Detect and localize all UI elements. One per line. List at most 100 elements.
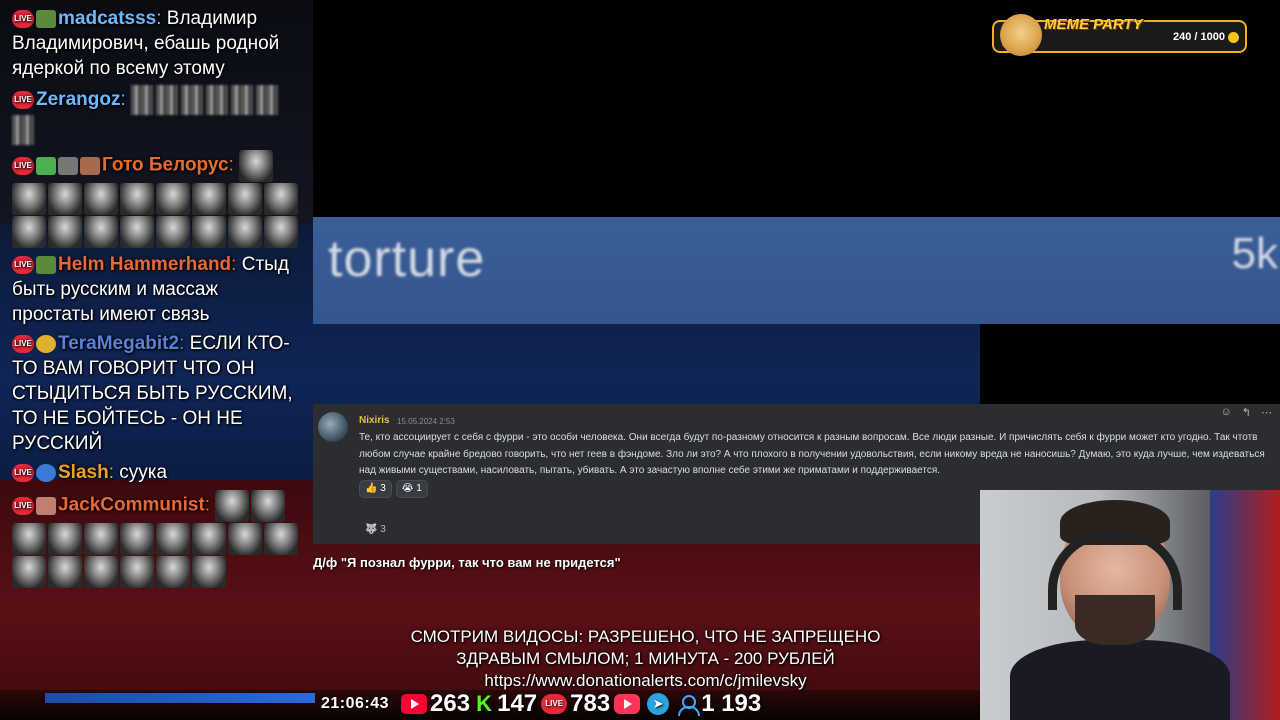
webcam-feed	[980, 490, 1280, 720]
donation-line-1: СМОТРИМ ВИДОСЫ: РАЗРЕШЕНО, ЧТО НЕ ЗАПРЕЩ…	[410, 627, 881, 646]
emote-icon	[120, 183, 154, 215]
emote-icon	[48, 216, 82, 248]
clock: 21:06:43	[321, 695, 390, 712]
video-caption: Д/ф "Я познал фурри, так что вам не прид…	[313, 555, 621, 570]
coin-icon	[1228, 32, 1239, 43]
subscriber-badge-icon	[36, 255, 56, 274]
emote-icon	[156, 216, 190, 248]
emote-icon	[120, 523, 154, 555]
stream-overlay: LIVE madcatsss: Владимир Владимирович, еб…	[0, 0, 1280, 720]
crying-face-icon: 😭	[401, 483, 414, 494]
emote-icon	[84, 556, 118, 588]
live-badge-icon: LIVE	[12, 496, 34, 515]
reply-icon[interactable]: ↰	[1242, 406, 1251, 419]
meme-party-title: MEME PARTY	[1044, 16, 1143, 33]
thread-count: 3	[380, 524, 386, 535]
emote-icon	[192, 183, 226, 215]
banner-word: torture	[328, 230, 486, 288]
emote-icon	[228, 183, 262, 215]
sword-badge-icon	[36, 156, 56, 175]
kick-count: 147	[497, 690, 538, 717]
emote-icon	[12, 556, 46, 588]
live-badge-icon: LIVE	[12, 156, 34, 175]
live-count: 783	[570, 690, 611, 717]
blurred-emote-icon	[131, 85, 154, 115]
meme-party-progress: 240 / 1000	[1173, 31, 1225, 43]
emote-icon	[156, 556, 190, 588]
sunglasses-badge-icon	[36, 334, 56, 353]
viewer-count: 1 193	[701, 690, 762, 717]
blurred-emote-icon	[12, 115, 34, 145]
live-badge-icon: LIVE	[12, 255, 34, 274]
emote-icon	[228, 216, 262, 248]
kick-icon: K	[476, 691, 493, 716]
stream-stats: 21:06:43 263 K 147 LIVE 783 ➤ 1 193	[313, 689, 761, 719]
emote-icon	[239, 150, 274, 182]
chat-message: LIVE TeraMegabit2: ЕСЛИ КТО-ТО ВАМ ГОВОРИ…	[12, 333, 293, 454]
emote-icon	[12, 216, 46, 248]
chat-username[interactable]: Helm Hammerhand	[58, 254, 231, 275]
avatar[interactable]	[318, 412, 348, 442]
emote-icon	[48, 523, 82, 555]
live-badge-icon: LIVE	[12, 91, 34, 109]
blurred-emote-icon	[231, 85, 254, 115]
chat-username[interactable]: Гото Белорус	[102, 155, 229, 176]
chat-username[interactable]: JackCommunist	[58, 495, 205, 516]
chat-message: LIVE Гото Белорус:	[12, 149, 305, 248]
emote-icon	[215, 490, 250, 522]
banner-value: 5k	[1231, 229, 1278, 278]
chat-message: LIVE JackCommunist:	[12, 489, 305, 588]
blurred-emote-icon	[181, 85, 204, 115]
chat-username[interactable]: TeraMegabit2	[58, 333, 179, 354]
globe-badge-icon	[36, 463, 56, 482]
message-timestamp: 15.05.2024 2:53	[397, 417, 455, 426]
emote-icon	[192, 216, 226, 248]
chat-message: LIVE madcatsss: Владимир Владимирович, еб…	[12, 8, 280, 79]
emote-icon	[84, 183, 118, 215]
subscriber-badge-icon	[36, 9, 56, 28]
check-badge-icon	[58, 156, 78, 175]
reaction-thumbs-up[interactable]: 👍 3	[359, 480, 392, 498]
emote-icon	[264, 216, 298, 248]
live-badge-icon: LIVE	[12, 463, 34, 482]
bottom-stripe	[45, 693, 315, 703]
chat-username[interactable]: madcatsss	[58, 8, 156, 29]
message-text: Те, кто ассоциирует с себя с фурри - это…	[359, 432, 1265, 476]
meme-party-widget: MEME PARTY 240 / 1000	[992, 14, 1247, 56]
reaction-count: 3	[380, 483, 386, 494]
emote-icon	[192, 556, 226, 588]
message-toolbar: ☺ ↰ ⋯	[1221, 406, 1272, 419]
blurred-emote-icon	[156, 85, 179, 115]
chat-message: LIVE Helm Hammerhand: Стыд быть русским и…	[12, 254, 289, 325]
emote-icon	[156, 523, 190, 555]
chat-panel: LIVE madcatsss: Владимир Владимирович, еб…	[0, 0, 313, 720]
thread-indicator[interactable]: 🐺 3	[365, 524, 386, 535]
chat-username[interactable]: Zerangoz	[36, 89, 120, 110]
emote-icon	[264, 183, 298, 215]
viewers-icon	[676, 694, 701, 716]
message-author[interactable]: Nixiris	[359, 415, 390, 426]
emote-icon	[48, 556, 82, 588]
youtube-count: 263	[430, 690, 471, 717]
emote-icon	[251, 490, 286, 522]
vk-video-icon	[614, 694, 641, 714]
emote-icon	[192, 523, 226, 555]
reaction-count: 1	[416, 483, 422, 494]
search-result-banner: torture 5k	[313, 217, 1280, 324]
chat-username[interactable]: Slash	[58, 462, 109, 483]
emote-icon	[84, 216, 118, 248]
emote-icon	[264, 523, 298, 555]
chat-text: суука	[119, 462, 168, 483]
more-icon[interactable]: ⋯	[1261, 406, 1272, 419]
emote-icon	[120, 556, 154, 588]
live-badge-icon: LIVE	[12, 334, 34, 353]
thumbs-up-icon: 👍	[365, 483, 378, 494]
add-reaction-icon[interactable]: ☺	[1221, 406, 1232, 419]
avatar-badge-icon	[80, 156, 100, 175]
donation-info: СМОТРИМ ВИДОСЫ: РАЗРЕШЕНО, ЧТО НЕ ЗАПРЕЩ…	[313, 626, 978, 692]
reaction-list: 👍 3 😭 1	[359, 480, 428, 498]
emote-icon	[12, 523, 46, 555]
blurred-emote-icon	[256, 85, 279, 115]
donation-line-2: ЗДРАВЫМ СМЫЛОМ; 1 МИНУТА - 200 РУБЛЕЙ	[456, 649, 835, 668]
reaction-crying[interactable]: 😭 1	[395, 480, 428, 498]
